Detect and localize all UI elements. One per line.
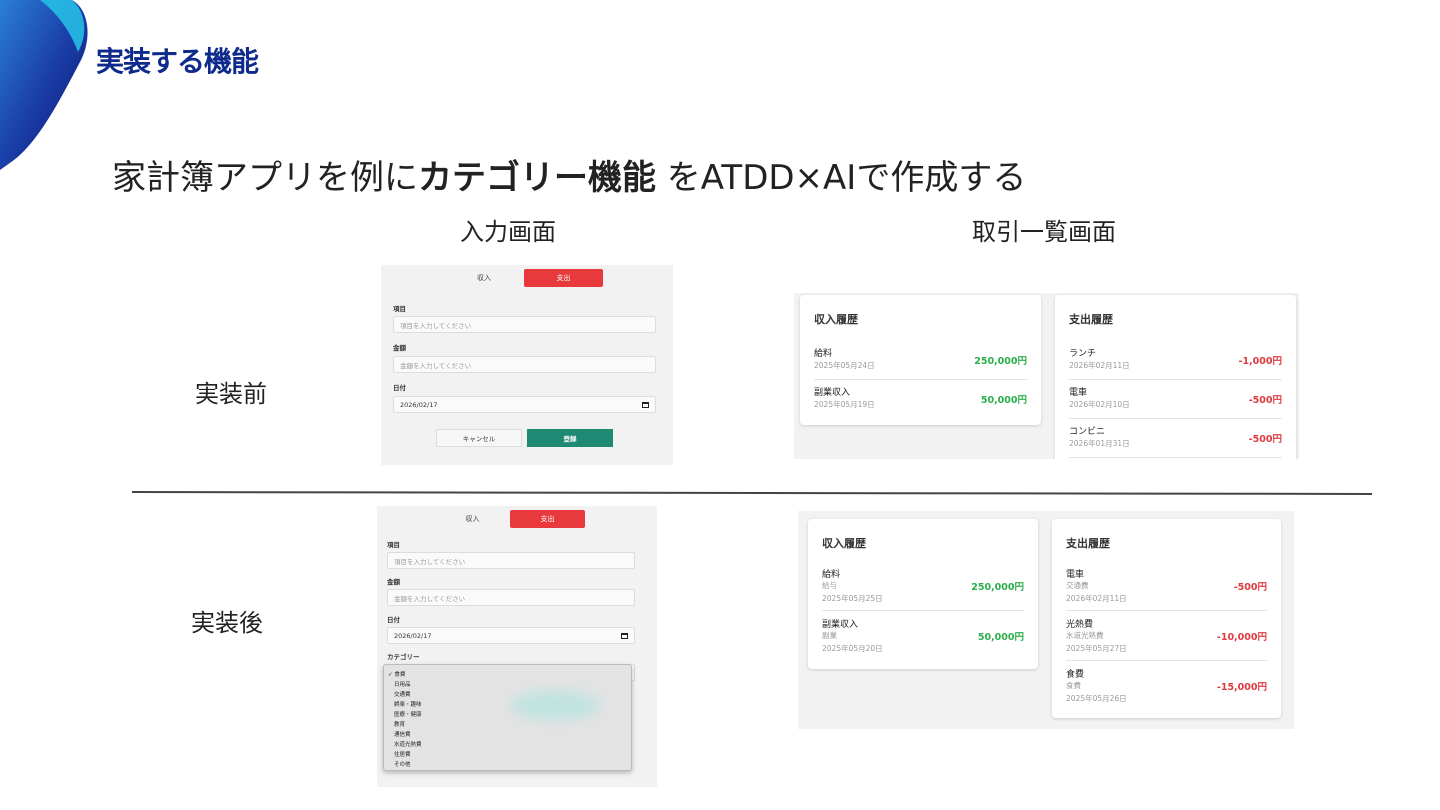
- blurred-cursor-highlight: [510, 690, 600, 720]
- tx-category: 交通費: [1066, 581, 1089, 590]
- income-card: 収入履歴 給料 2025年05月24日 250,000円 副業収入 2025年0…: [800, 295, 1041, 425]
- tx-name: 電車: [1066, 570, 1085, 580]
- category-option[interactable]: 日用品: [388, 680, 627, 690]
- category-option[interactable]: ✓ 食費: [388, 670, 627, 680]
- tx-name: ランチ: [1069, 349, 1097, 359]
- tx-date: 2025年05月25日: [822, 594, 883, 603]
- date-input[interactable]: 2026/02/17: [393, 396, 656, 413]
- tx-date: 2025年05月27日: [1066, 644, 1127, 653]
- submit-button[interactable]: 登録: [527, 429, 613, 447]
- item-input[interactable]: 項目を入力してください: [393, 316, 656, 333]
- tx-amount: -500円: [1233, 582, 1267, 593]
- tab-income[interactable]: 収入: [444, 269, 524, 287]
- date-value: 2026/02/17: [400, 400, 438, 409]
- tx-category: 食費: [1066, 681, 1081, 690]
- divider-line: [131, 491, 1373, 495]
- form-before: 収入 支出 項目 項目を入力してください 金額 金額を入力してください 日付 2…: [381, 265, 673, 465]
- expense-card: 支出履歴 電車 交通費 2026年02月11日 -500円 光熱費 水道光熱費 …: [1052, 519, 1281, 718]
- calendar-icon[interactable]: [642, 401, 649, 408]
- tx-date: 2026年02月10日: [1069, 400, 1130, 409]
- expense-card: 支出履歴 ランチ 2026年02月11日 -1,000円 電車 2026年02月…: [1055, 295, 1296, 459]
- transaction-row[interactable]: 給料 2025年05月24日 250,000円: [814, 346, 1027, 380]
- corner-decoration: [0, 0, 88, 170]
- slide-subtitle: 家計簿アプリを例にカテゴリー機能 をATDD×AIで作成する: [112, 150, 1026, 199]
- tx-amount: 250,000円: [974, 356, 1027, 367]
- tx-date: 2026年02月11日: [1066, 594, 1127, 603]
- tx-date: 2025年05月19日: [814, 400, 875, 409]
- date-label: 日付: [393, 384, 406, 392]
- column-label-input: 入力画面: [460, 218, 556, 246]
- tx-name: 副業収入: [822, 620, 859, 630]
- tab-income[interactable]: 収入: [435, 510, 510, 528]
- tab-expense[interactable]: 支出: [510, 510, 585, 528]
- income-title: 収入履歴: [822, 537, 866, 550]
- transaction-row[interactable]: 電車 2026年02月10日 -500円: [1069, 385, 1282, 419]
- tx-amount: 50,000円: [977, 632, 1024, 643]
- tx-category: 給与: [822, 581, 837, 590]
- item-label: 項目: [387, 541, 400, 549]
- tx-date: 2025年05月26日: [1066, 694, 1127, 703]
- tx-amount: -15,000円: [1216, 682, 1267, 693]
- column-label-list: 取引一覧画面: [972, 218, 1116, 246]
- tx-amount: -500円: [1248, 434, 1282, 445]
- row-label-before: 実装前: [195, 380, 267, 408]
- transaction-row[interactable]: 副業収入 副業 2025年05月20日 50,000円: [822, 617, 1024, 661]
- category-dropdown[interactable]: ✓ 食費 日用品 交通費 娯楽・趣味 医療・健康 教育 通信費 水道光熱費 住居…: [383, 664, 632, 771]
- tx-date: 2026年02月11日: [1069, 361, 1130, 370]
- tx-name: 電車: [1069, 388, 1088, 398]
- amount-label: 金額: [393, 344, 406, 352]
- transaction-row[interactable]: 食費 食費 2025年05月26日 -15,000円: [1066, 667, 1267, 711]
- tx-amount: -500円: [1248, 395, 1282, 406]
- transaction-row[interactable]: 給料 給与 2025年05月25日 250,000円: [822, 567, 1024, 611]
- tab-expense[interactable]: 支出: [524, 269, 603, 287]
- tx-date: 2025年05月24日: [814, 361, 875, 370]
- transaction-row[interactable]: 副業収入 2025年05月19日 50,000円: [814, 385, 1027, 419]
- category-option[interactable]: 通信費: [388, 730, 627, 740]
- tx-date: 2026年01月31日: [1069, 439, 1130, 448]
- income-title: 収入履歴: [814, 313, 858, 326]
- list-before: 収入履歴 給料 2025年05月24日 250,000円 副業収入 2025年0…: [794, 293, 1299, 459]
- subtitle-pre: 家計簿アプリを例に: [112, 158, 418, 198]
- tx-name: 副業収入: [814, 388, 851, 398]
- subtitle-post: をATDD×AIで作成する: [656, 158, 1027, 198]
- calendar-icon[interactable]: [621, 632, 628, 639]
- slide-title: 実装する機能: [96, 45, 259, 78]
- tx-amount: 250,000円: [971, 582, 1024, 593]
- subtitle-bold: カテゴリー機能: [418, 158, 656, 198]
- tx-date: 2025年05月20日: [822, 644, 883, 653]
- transaction-row[interactable]: コンビニ 2026年01月31日 -500円: [1069, 424, 1282, 458]
- expense-title: 支出履歴: [1069, 313, 1113, 326]
- amount-label: 金額: [387, 578, 400, 586]
- tx-category: 副業: [822, 631, 837, 640]
- item-input[interactable]: 項目を入力してください: [387, 552, 635, 569]
- income-card: 収入履歴 給料 給与 2025年05月25日 250,000円 副業収入 副業 …: [808, 519, 1038, 669]
- transaction-row[interactable]: 電車 交通費 2026年02月11日 -500円: [1066, 567, 1267, 611]
- category-option[interactable]: 教育: [388, 720, 627, 730]
- tx-category: 水道光熱費: [1066, 631, 1104, 640]
- list-after: 収入履歴 給料 給与 2025年05月25日 250,000円 副業収入 副業 …: [798, 511, 1294, 729]
- item-label: 項目: [393, 305, 406, 313]
- tx-amount: -10,000円: [1216, 632, 1267, 643]
- transaction-row[interactable]: 光熱費 水道光熱費 2025年05月27日 -10,000円: [1066, 617, 1267, 661]
- amount-input[interactable]: 金額を入力してください: [393, 356, 656, 373]
- tx-name: コンビニ: [1069, 427, 1106, 437]
- cancel-button[interactable]: キャンセル: [436, 429, 522, 447]
- amount-input[interactable]: 金額を入力してください: [387, 589, 635, 606]
- date-value: 2026/02/17: [394, 631, 432, 640]
- row-label-after: 実装後: [191, 609, 263, 637]
- tx-name: 食費: [1066, 670, 1085, 680]
- tx-amount: 50,000円: [980, 395, 1027, 406]
- category-option[interactable]: 住居費: [388, 750, 627, 760]
- category-option[interactable]: その他: [388, 760, 627, 770]
- date-label: 日付: [387, 616, 400, 624]
- tx-name: 光熱費: [1066, 620, 1094, 630]
- tx-name: 給料: [822, 570, 841, 580]
- tx-amount: -1,000円: [1238, 356, 1283, 367]
- expense-title: 支出履歴: [1066, 537, 1110, 550]
- date-input[interactable]: 2026/02/17: [387, 627, 635, 644]
- category-label: カテゴリー: [387, 653, 420, 661]
- transaction-row[interactable]: ランチ 2026年02月11日 -1,000円: [1069, 346, 1282, 380]
- tx-name: 給料: [814, 349, 833, 359]
- category-option[interactable]: 水道光熱費: [388, 740, 627, 750]
